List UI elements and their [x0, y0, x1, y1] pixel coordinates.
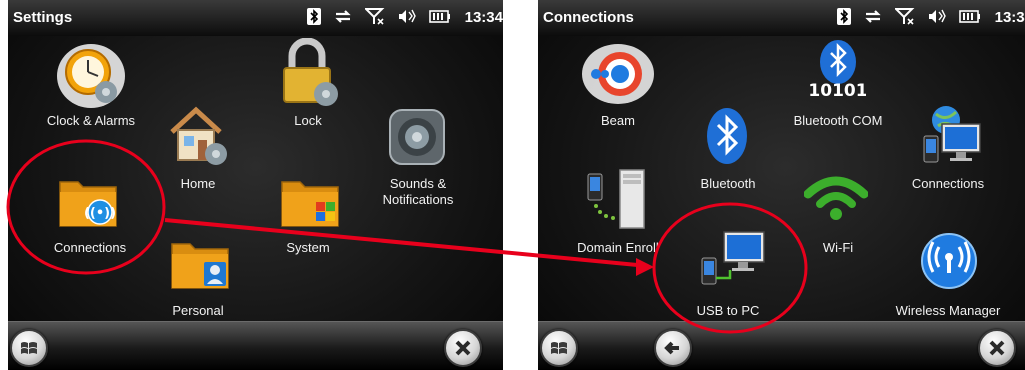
data-sync-icon — [865, 10, 881, 23]
close-button[interactable] — [444, 329, 482, 367]
tile-label: Clock & Alarms — [46, 113, 136, 128]
tile-label: Connections — [911, 176, 985, 191]
clock-time: 13:34 — [464, 9, 503, 26]
system-folder-icon — [281, 181, 339, 227]
screen-title: Settings — [13, 9, 73, 26]
status-bar: Settings 13:34 — [8, 0, 503, 36]
lock-icon — [283, 38, 338, 106]
tile-label: Connections — [53, 240, 127, 255]
speaker-icon — [929, 9, 947, 23]
bluetooth-icon — [306, 8, 321, 25]
settings-screen: Settings 13:34 Clock & Alarms Lock Home … — [8, 0, 503, 370]
usb-to-pc-icon — [701, 231, 765, 285]
start-button[interactable] — [10, 329, 48, 367]
tile-label: Home — [180, 176, 216, 191]
connections-folder-icon: ((•)) — [59, 181, 117, 227]
wifi-icon — [804, 176, 868, 220]
bluetooth-icon — [836, 8, 851, 25]
connections-screen: Connections 13:34 Beam 10101 Bluetooth C… — [538, 0, 1025, 370]
personal-folder-icon — [171, 243, 229, 289]
tile-label: Bluetooth — [700, 176, 756, 191]
home-icon — [170, 106, 227, 165]
bluetooth-com-digits: 10101 — [810, 81, 866, 101]
back-button[interactable] — [654, 329, 692, 367]
bluetooth-large-icon — [707, 108, 747, 164]
clock-icon — [57, 44, 125, 108]
data-sync-icon — [335, 10, 351, 23]
bluetooth-com-icon: 10101 — [810, 40, 866, 101]
tile-label: Lock — [294, 113, 322, 128]
network-connections-icon — [923, 106, 981, 163]
domain-enroll-icon — [587, 169, 645, 229]
battery-icon — [429, 10, 451, 23]
close-button[interactable] — [978, 329, 1016, 367]
svg-text:((•)): ((•)) — [84, 206, 116, 221]
tile-label: Sounds & Notifications — [382, 176, 454, 207]
no-signal-icon — [363, 8, 385, 25]
windows-start-icon — [21, 342, 37, 354]
wireless-manager-icon — [921, 233, 977, 289]
status-bar: Connections 13:34 — [538, 0, 1025, 36]
speaker-settings-icon — [389, 109, 445, 165]
status-icons: 13:34 — [306, 8, 503, 26]
tile-label: System — [286, 240, 330, 255]
clock-time: 13:34 — [994, 9, 1025, 26]
status-icons: 13:34 — [836, 8, 1025, 26]
tile-label: Wireless Manager — [895, 303, 1001, 318]
windows-start-icon — [551, 342, 567, 354]
no-signal-icon — [893, 8, 915, 25]
screen-title: Connections — [543, 9, 634, 26]
beam-icon — [582, 44, 654, 104]
close-icon — [455, 340, 471, 356]
start-button[interactable] — [540, 329, 578, 367]
battery-icon — [959, 10, 981, 23]
tile-label: Bluetooth COM — [793, 113, 883, 128]
bottom-bar — [538, 321, 1025, 370]
tile-label: USB to PC — [696, 303, 760, 318]
speaker-icon — [399, 9, 417, 23]
tile-label: Wi-Fi — [822, 240, 854, 255]
tile-label: Beam — [601, 113, 635, 128]
tile-label: Domain Enroll — [577, 240, 659, 255]
bottom-bar — [8, 321, 503, 370]
back-arrow-icon — [664, 341, 679, 355]
close-icon — [989, 340, 1005, 356]
tile-label: Personal — [172, 303, 224, 318]
